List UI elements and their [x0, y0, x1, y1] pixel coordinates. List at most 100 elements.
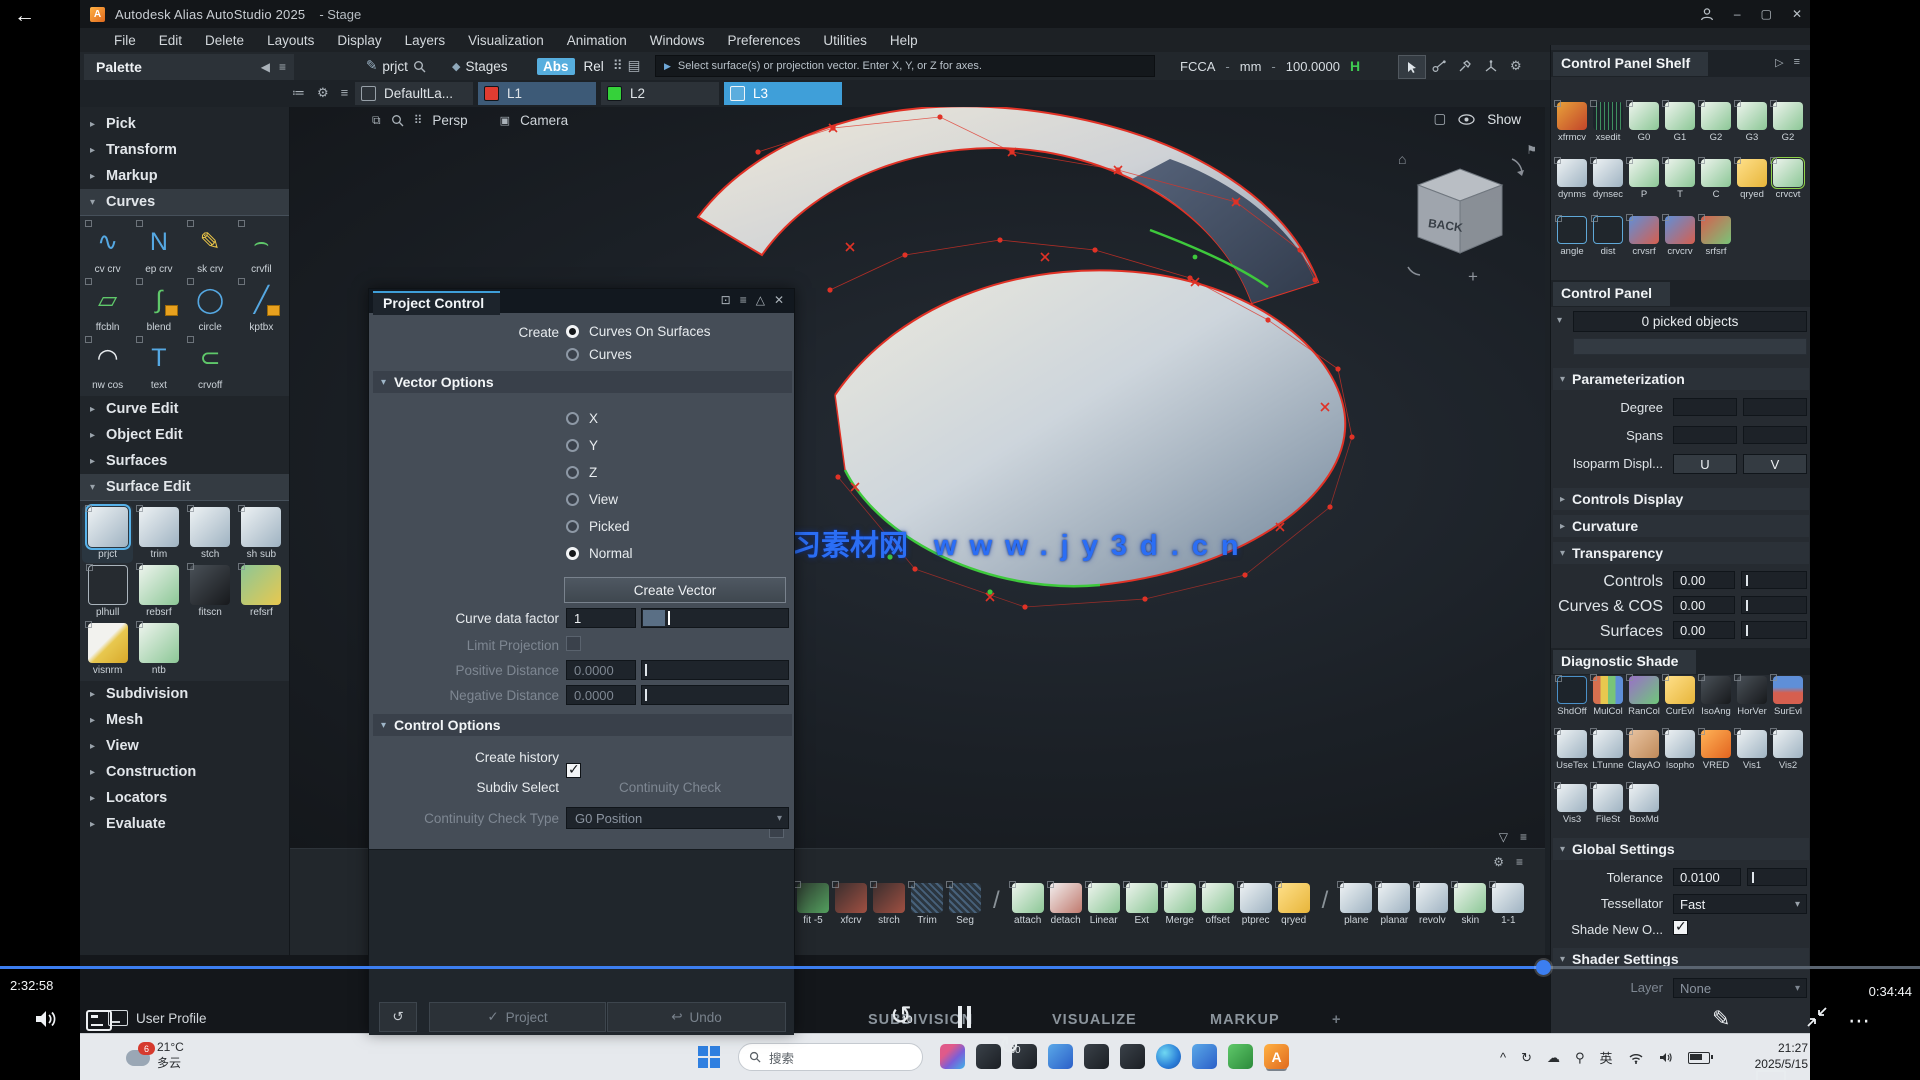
palette-section[interactable]: ▸Locators — [80, 785, 289, 811]
vector-option[interactable]: X — [566, 405, 633, 432]
sync-icon[interactable]: ↻ — [1521, 1050, 1532, 1066]
shelf-tool[interactable]: xfrmcv — [1555, 100, 1589, 146]
taskbar-app-edge[interactable] — [1156, 1044, 1181, 1069]
user-profile-tab[interactable]: User Profile — [108, 1010, 207, 1026]
radio-icon[interactable] — [566, 466, 579, 479]
vector-option[interactable]: Normal — [566, 540, 633, 567]
shelf-gear-icon[interactable]: ⚙ — [1493, 855, 1504, 869]
battery-icon[interactable] — [1688, 1052, 1710, 1064]
palette-section[interactable]: ▸Object Edit — [80, 422, 289, 448]
menu-item[interactable]: Display — [337, 33, 381, 48]
shelf-tool[interactable]: detach — [1048, 881, 1084, 929]
menu-item[interactable]: Layouts — [267, 33, 314, 48]
shelf-tool[interactable]: Ext — [1124, 881, 1160, 929]
diagnostic-tool[interactable]: Vis3 — [1555, 782, 1589, 828]
menu-item[interactable]: Layers — [405, 33, 446, 48]
snap-icon[interactable] — [1458, 60, 1473, 73]
shelf-tool[interactable]: attach — [1010, 881, 1046, 929]
palette-section[interactable]: ▸Pick — [80, 111, 289, 137]
shelf-tool[interactable]: planar — [1376, 881, 1412, 929]
create-vector-button[interactable]: Create Vector — [564, 577, 786, 603]
shelf-tool[interactable]: dynsec — [1591, 157, 1625, 203]
shelf-tool[interactable]: skin — [1452, 881, 1488, 929]
shelf-tool[interactable]: qryed — [1276, 881, 1312, 929]
back-arrow-button[interactable]: ← — [14, 4, 35, 28]
shelf-tool[interactable]: xsedit — [1591, 100, 1625, 146]
create-option[interactable]: Curves — [566, 343, 711, 366]
tray-expand-icon[interactable]: ^ — [1500, 1050, 1506, 1065]
home-icon[interactable]: ⌂ — [1398, 151, 1406, 167]
shelf-tool[interactable]: P — [1627, 157, 1661, 203]
diagnostic-tool[interactable]: RanCol — [1627, 674, 1661, 720]
skip-forward-button[interactable]: ↻ 30 — [998, 1032, 1032, 1062]
radio-icon[interactable] — [566, 547, 579, 560]
vector-option[interactable]: Z — [566, 459, 633, 486]
palette-tool[interactable]: ∫ blend — [133, 278, 184, 336]
radio-icon[interactable] — [566, 520, 579, 533]
ime-indicator[interactable]: 英 — [1600, 1048, 1613, 1067]
volume-button[interactable] — [34, 1008, 58, 1030]
zoom-icon[interactable] — [391, 114, 404, 127]
palette-section[interactable]: ▸Construction — [80, 759, 289, 785]
doc-icon[interactable]: ▤ — [628, 58, 641, 74]
camera-box-icon[interactable]: ▣ — [500, 114, 510, 127]
transparency-header[interactable]: ▾Transparency — [1553, 542, 1809, 564]
vector-option[interactable]: View — [566, 486, 633, 513]
negative-distance-slider[interactable] — [641, 685, 789, 705]
shelf-menu-icon[interactable]: ≡ — [1516, 855, 1523, 869]
shelf-tool[interactable]: G3 — [1735, 100, 1769, 146]
shelf-menu-icon[interactable]: ≡ — [1794, 56, 1800, 69]
shelf-tool[interactable]: G1 — [1663, 100, 1697, 146]
menu-item[interactable]: Delete — [205, 33, 244, 48]
spans-v-input[interactable] — [1743, 426, 1807, 444]
palette-tool[interactable]: sh sub — [236, 505, 287, 563]
layer-gear-icon[interactable]: ⚙ — [317, 85, 329, 101]
shelf-tool[interactable]: T — [1663, 157, 1697, 203]
taskbar-app-calendar[interactable] — [1048, 1044, 1073, 1069]
control-panel-shelf-title[interactable]: Control Panel Shelf — [1553, 52, 1708, 76]
reset-button[interactable]: ↺ — [379, 1002, 417, 1032]
annotate-pencil-button[interactable]: ✎ — [1712, 1006, 1730, 1032]
radio-icon[interactable] — [566, 348, 579, 361]
layer-tab[interactable]: L2 — [601, 82, 719, 105]
palette-tool[interactable]: visnrm — [82, 621, 133, 679]
control-options-header[interactable]: ▾ Control Options — [373, 714, 792, 736]
diagnostic-tool[interactable]: CurEvl — [1663, 674, 1697, 720]
palette-tool[interactable]: fitscn — [185, 563, 236, 621]
layout-grid-icon[interactable]: ⠿ — [414, 113, 423, 127]
curve-data-factor-input[interactable]: 1 — [566, 608, 636, 628]
degree-u-input[interactable] — [1673, 398, 1737, 416]
diagnostic-tool[interactable]: MulCol — [1591, 674, 1625, 720]
layer-swatch[interactable] — [607, 86, 622, 101]
diagnostic-tool[interactable]: VRED — [1699, 728, 1733, 774]
diagnostic-tool[interactable]: FileSt — [1591, 782, 1625, 828]
radio-icon[interactable] — [566, 439, 579, 452]
tessellator-dropdown[interactable]: Fast ▾ — [1673, 894, 1807, 914]
camera-label[interactable]: Camera — [520, 113, 568, 128]
shelf-tool[interactable]: offset — [1200, 881, 1236, 929]
workflow-tab-visualize[interactable]: VISUALIZE — [1052, 1012, 1137, 1028]
diagnostic-tool[interactable]: Vis2 — [1771, 728, 1805, 774]
transparency-slider[interactable] — [1741, 621, 1807, 639]
dialog-pin-icon[interactable]: ⊡ — [721, 293, 731, 307]
menu-item[interactable]: Visualization — [468, 33, 544, 48]
radio-icon[interactable] — [566, 493, 579, 506]
palette-tool[interactable]: ⌢ crvfil — [236, 220, 287, 278]
layer-swatch[interactable] — [361, 86, 376, 101]
shelf-tool[interactable]: dist — [1591, 214, 1625, 260]
dialog-close-icon[interactable]: ✕ — [774, 293, 784, 307]
palette-section[interactable]: ▸Surfaces — [80, 448, 289, 474]
curvature-header[interactable]: ▸Curvature — [1553, 515, 1809, 537]
palette-tool[interactable]: rebsrf — [133, 563, 184, 621]
collapse-left-icon[interactable]: ◀ — [261, 60, 270, 74]
shelf-tool[interactable]: crvcrv — [1663, 214, 1697, 260]
create-option[interactable]: Curves On Surfaces — [566, 320, 711, 343]
menu-item[interactable]: Preferences — [728, 33, 801, 48]
menu-icon[interactable]: ≡ — [279, 60, 286, 74]
palette-tool[interactable]: refsrf — [236, 563, 287, 621]
weather-widget[interactable]: 6 21°C 多云 — [126, 1040, 184, 1071]
pause-button[interactable] — [958, 1006, 971, 1028]
parameterization-header[interactable]: ▾Parameterization — [1553, 368, 1809, 390]
continuity-type-dropdown[interactable]: G0 Position ▾ — [566, 807, 789, 829]
dialog-menu-icon[interactable]: ≡ — [740, 293, 747, 307]
